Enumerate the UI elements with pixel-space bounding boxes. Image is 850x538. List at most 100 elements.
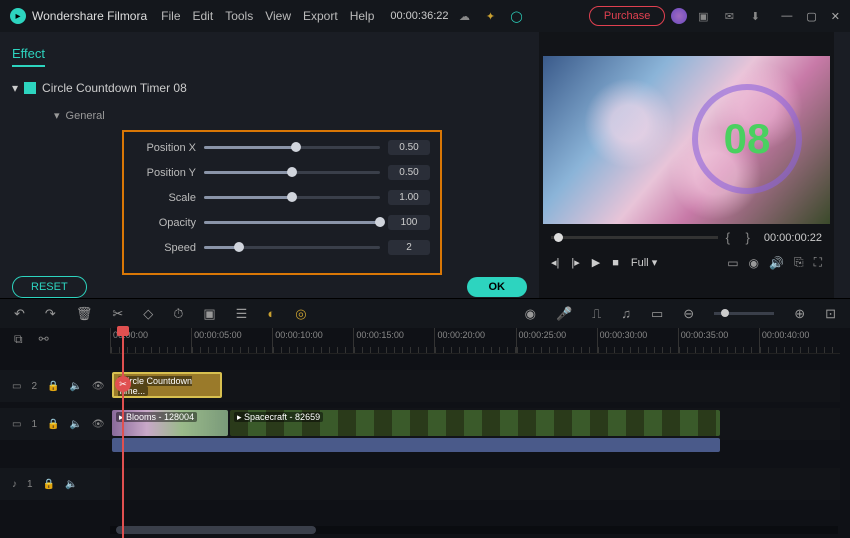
in-out-brackets[interactable]: { } [726,230,756,245]
preview-scrubber[interactable] [551,236,718,239]
opacity-value[interactable]: 100 [388,215,430,230]
undo-button[interactable]: ↶ [14,306,25,322]
speed-slider[interactable] [204,246,380,249]
countdown-overlay: 08 [692,84,802,194]
music-icon[interactable]: ♫ [621,306,631,321]
timeline-hscroll[interactable] [110,526,838,534]
volume-icon[interactable]: 🔊 [769,256,784,270]
minimize-button[interactable]: — [781,10,792,23]
effect-tab[interactable]: Effect [12,42,45,67]
link-icon[interactable]: ⧉ [14,332,23,347]
playhead[interactable] [122,328,124,538]
titlebar: ▸ Wondershare Filmora File Edit Tools Vi… [0,0,850,32]
preview-panel: 08 { } 00:00:00:22 ◂| |▸ ▶ ■ Full ▾ ▭ ◉ … [539,32,834,298]
opacity-slider[interactable] [204,221,380,224]
audio-waveform[interactable] [112,438,720,452]
ruler-mark: 00:00:40:00 [759,328,840,353]
prev-frame-button[interactable]: ◂| [551,256,559,269]
save-icon[interactable]: ▣ [693,10,713,23]
sparkle-icon[interactable]: ✦ [481,10,501,23]
cloud-icon[interactable]: ☁ [455,10,475,23]
color-icon[interactable]: ◐ [267,306,275,321]
mixer-icon[interactable]: ◉ [525,306,536,322]
menu-edit[interactable]: Edit [193,9,214,23]
position-y-value[interactable]: 0.50 [388,165,430,180]
controls-highlight-box: Position X 0.50 Position Y 0.50 Scale 1.… [122,130,442,275]
speed-icon[interactable]: ⏱ [173,306,183,322]
position-x-label: Position X [134,142,196,154]
redo-button[interactable]: ↷ [45,306,56,322]
zoom-out-button[interactable]: ⊖ [683,306,694,322]
fit-icon[interactable]: ⊡ [825,306,836,322]
chevron-down-icon[interactable]: ▾ [54,109,60,122]
profile-icon[interactable] [671,8,687,24]
zoom-slider[interactable] [714,312,774,315]
scale-label: Scale [134,192,196,204]
mic-icon[interactable]: 🎤 [556,306,572,322]
menu-help[interactable]: Help [350,9,375,23]
fullscreen-icon[interactable]: ⛶ [814,255,822,270]
video-clip-2[interactable]: ▸ Spacecraft - 82659 [230,410,720,436]
visibility-icon[interactable]: 👁 [92,419,105,430]
mute-icon[interactable]: 🔈 [69,419,81,430]
ruler-mark: 00:00:15:00 [353,328,434,353]
main-menu: File Edit Tools View Export Help [161,9,374,23]
track-type-icon: ♪ [12,479,17,490]
preview-viewport[interactable]: 08 [543,56,830,224]
monitor-icon[interactable]: ▭ [727,256,738,270]
position-y-slider[interactable] [204,171,380,174]
crop-icon[interactable]: ▣ [203,306,215,322]
audio-icon[interactable]: ⎍ [592,306,601,322]
track-number: 1 [31,419,37,430]
tag-icon[interactable]: ◇ [143,306,153,322]
marker-icon[interactable]: ▭ [651,306,663,322]
menu-view[interactable]: View [265,9,291,23]
mute-icon[interactable]: 🔈 [65,479,77,490]
split-button[interactable]: ✂ [112,306,123,322]
headphones-icon[interactable]: ◯ [507,10,527,23]
mute-icon[interactable]: 🔈 [69,381,81,392]
lock-icon[interactable]: 🔒 [43,479,55,490]
next-frame-button[interactable]: |▸ [571,256,579,269]
track-video: ▭ 1 🔒 🔈 👁 ▸ Blooms - 128004 ▸ Spacecraft… [0,408,840,440]
snapshot-icon[interactable]: ◉ [749,256,759,270]
close-button[interactable]: ✕ [831,10,840,23]
track-audio: ♪ 1 🔒 🔈 [0,468,840,500]
opacity-label: Opacity [134,217,196,229]
zoom-in-button[interactable]: ⊕ [794,306,805,322]
delete-button[interactable]: 🗑 [76,306,93,322]
reset-button[interactable]: RESET [12,276,87,298]
speed-label: Speed [134,242,196,254]
menu-file[interactable]: File [161,9,180,23]
scale-value[interactable]: 1.00 [388,190,430,205]
timeline: ⧉ ⚯ 00:00:00 00:00:05:00 00:00:10:00 00:… [0,328,850,538]
visibility-icon[interactable]: 👁 [92,381,105,392]
stop-button[interactable]: ■ [612,257,619,269]
track-type-icon: ▭ [12,381,21,392]
scale-slider[interactable] [204,196,380,199]
quality-dropdown[interactable]: Full ▾ [631,256,657,269]
menu-tools[interactable]: Tools [225,9,253,23]
play-button[interactable]: ▶ [592,256,600,269]
speed-value[interactable]: 2 [388,240,430,255]
timeline-ruler[interactable]: 00:00:00 00:00:05:00 00:00:10:00 00:00:1… [110,328,840,354]
position-x-value[interactable]: 0.50 [388,140,430,155]
ok-button[interactable]: OK [467,277,528,297]
chevron-down-icon[interactable]: ▾ [12,81,18,95]
effect-icon[interactable]: ◎ [295,306,306,322]
lock-icon[interactable]: 🔒 [47,419,59,430]
ruler-mark: 00:00:20:00 [434,328,515,353]
download-icon[interactable]: ⬇ [745,10,765,23]
purchase-button[interactable]: Purchase [589,6,665,26]
export-icon[interactable]: ⎘ [794,255,804,270]
adjust-icon[interactable]: ☰ [236,306,248,322]
ruler-mark: 00:00:05:00 [191,328,272,353]
message-icon[interactable]: ✉ [719,10,739,23]
menu-export[interactable]: Export [303,9,338,23]
maximize-button[interactable]: ▢ [806,10,816,23]
video-clip-1[interactable]: ▸ Blooms - 128004 [112,410,228,436]
effect-enable-checkbox[interactable] [24,82,36,94]
position-x-slider[interactable] [204,146,380,149]
lock-icon[interactable]: 🔒 [47,381,59,392]
chain-icon[interactable]: ⚯ [39,332,49,347]
